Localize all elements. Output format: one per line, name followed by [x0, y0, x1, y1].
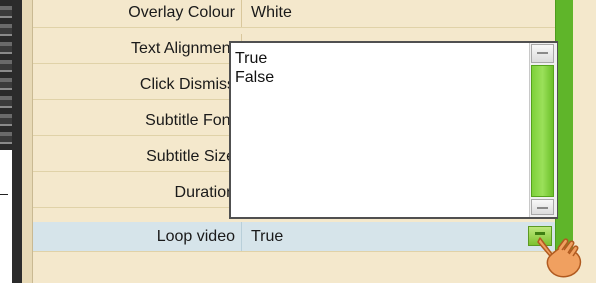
property-label: Click Dismiss — [139, 76, 235, 93]
dropdown-list[interactable]: True False — [229, 41, 558, 219]
property-label: Text Alignment — [130, 40, 235, 57]
dropdown-option-true[interactable]: True — [235, 49, 267, 68]
scroll-down-button[interactable] — [531, 199, 554, 215]
property-label: Loop video — [156, 228, 235, 245]
background-photo — [0, 0, 12, 150]
panel-border — [12, 0, 22, 283]
dropdown-option-false[interactable]: False — [235, 68, 274, 87]
property-value[interactable]: True — [251, 222, 283, 251]
property-row-overlay-colour[interactable]: Overlay Colour White — [33, 0, 555, 28]
hand-pointer-icon — [537, 237, 582, 278]
scroll-up-button[interactable] — [531, 44, 554, 63]
property-label: Overlay Colour — [128, 4, 235, 21]
scrollbar-thumb[interactable] — [531, 65, 554, 197]
property-label: Subtitle Size — [146, 148, 235, 165]
property-label: Subtitle Font — [145, 112, 235, 129]
tick-mark — [0, 194, 8, 195]
panel-gutter — [22, 0, 33, 283]
property-label: Duration — [174, 184, 235, 201]
column-divider — [241, 0, 242, 27]
property-value[interactable]: White — [251, 0, 292, 27]
column-divider — [241, 222, 242, 251]
property-row-loop-video[interactable]: Loop video True — [33, 222, 555, 252]
